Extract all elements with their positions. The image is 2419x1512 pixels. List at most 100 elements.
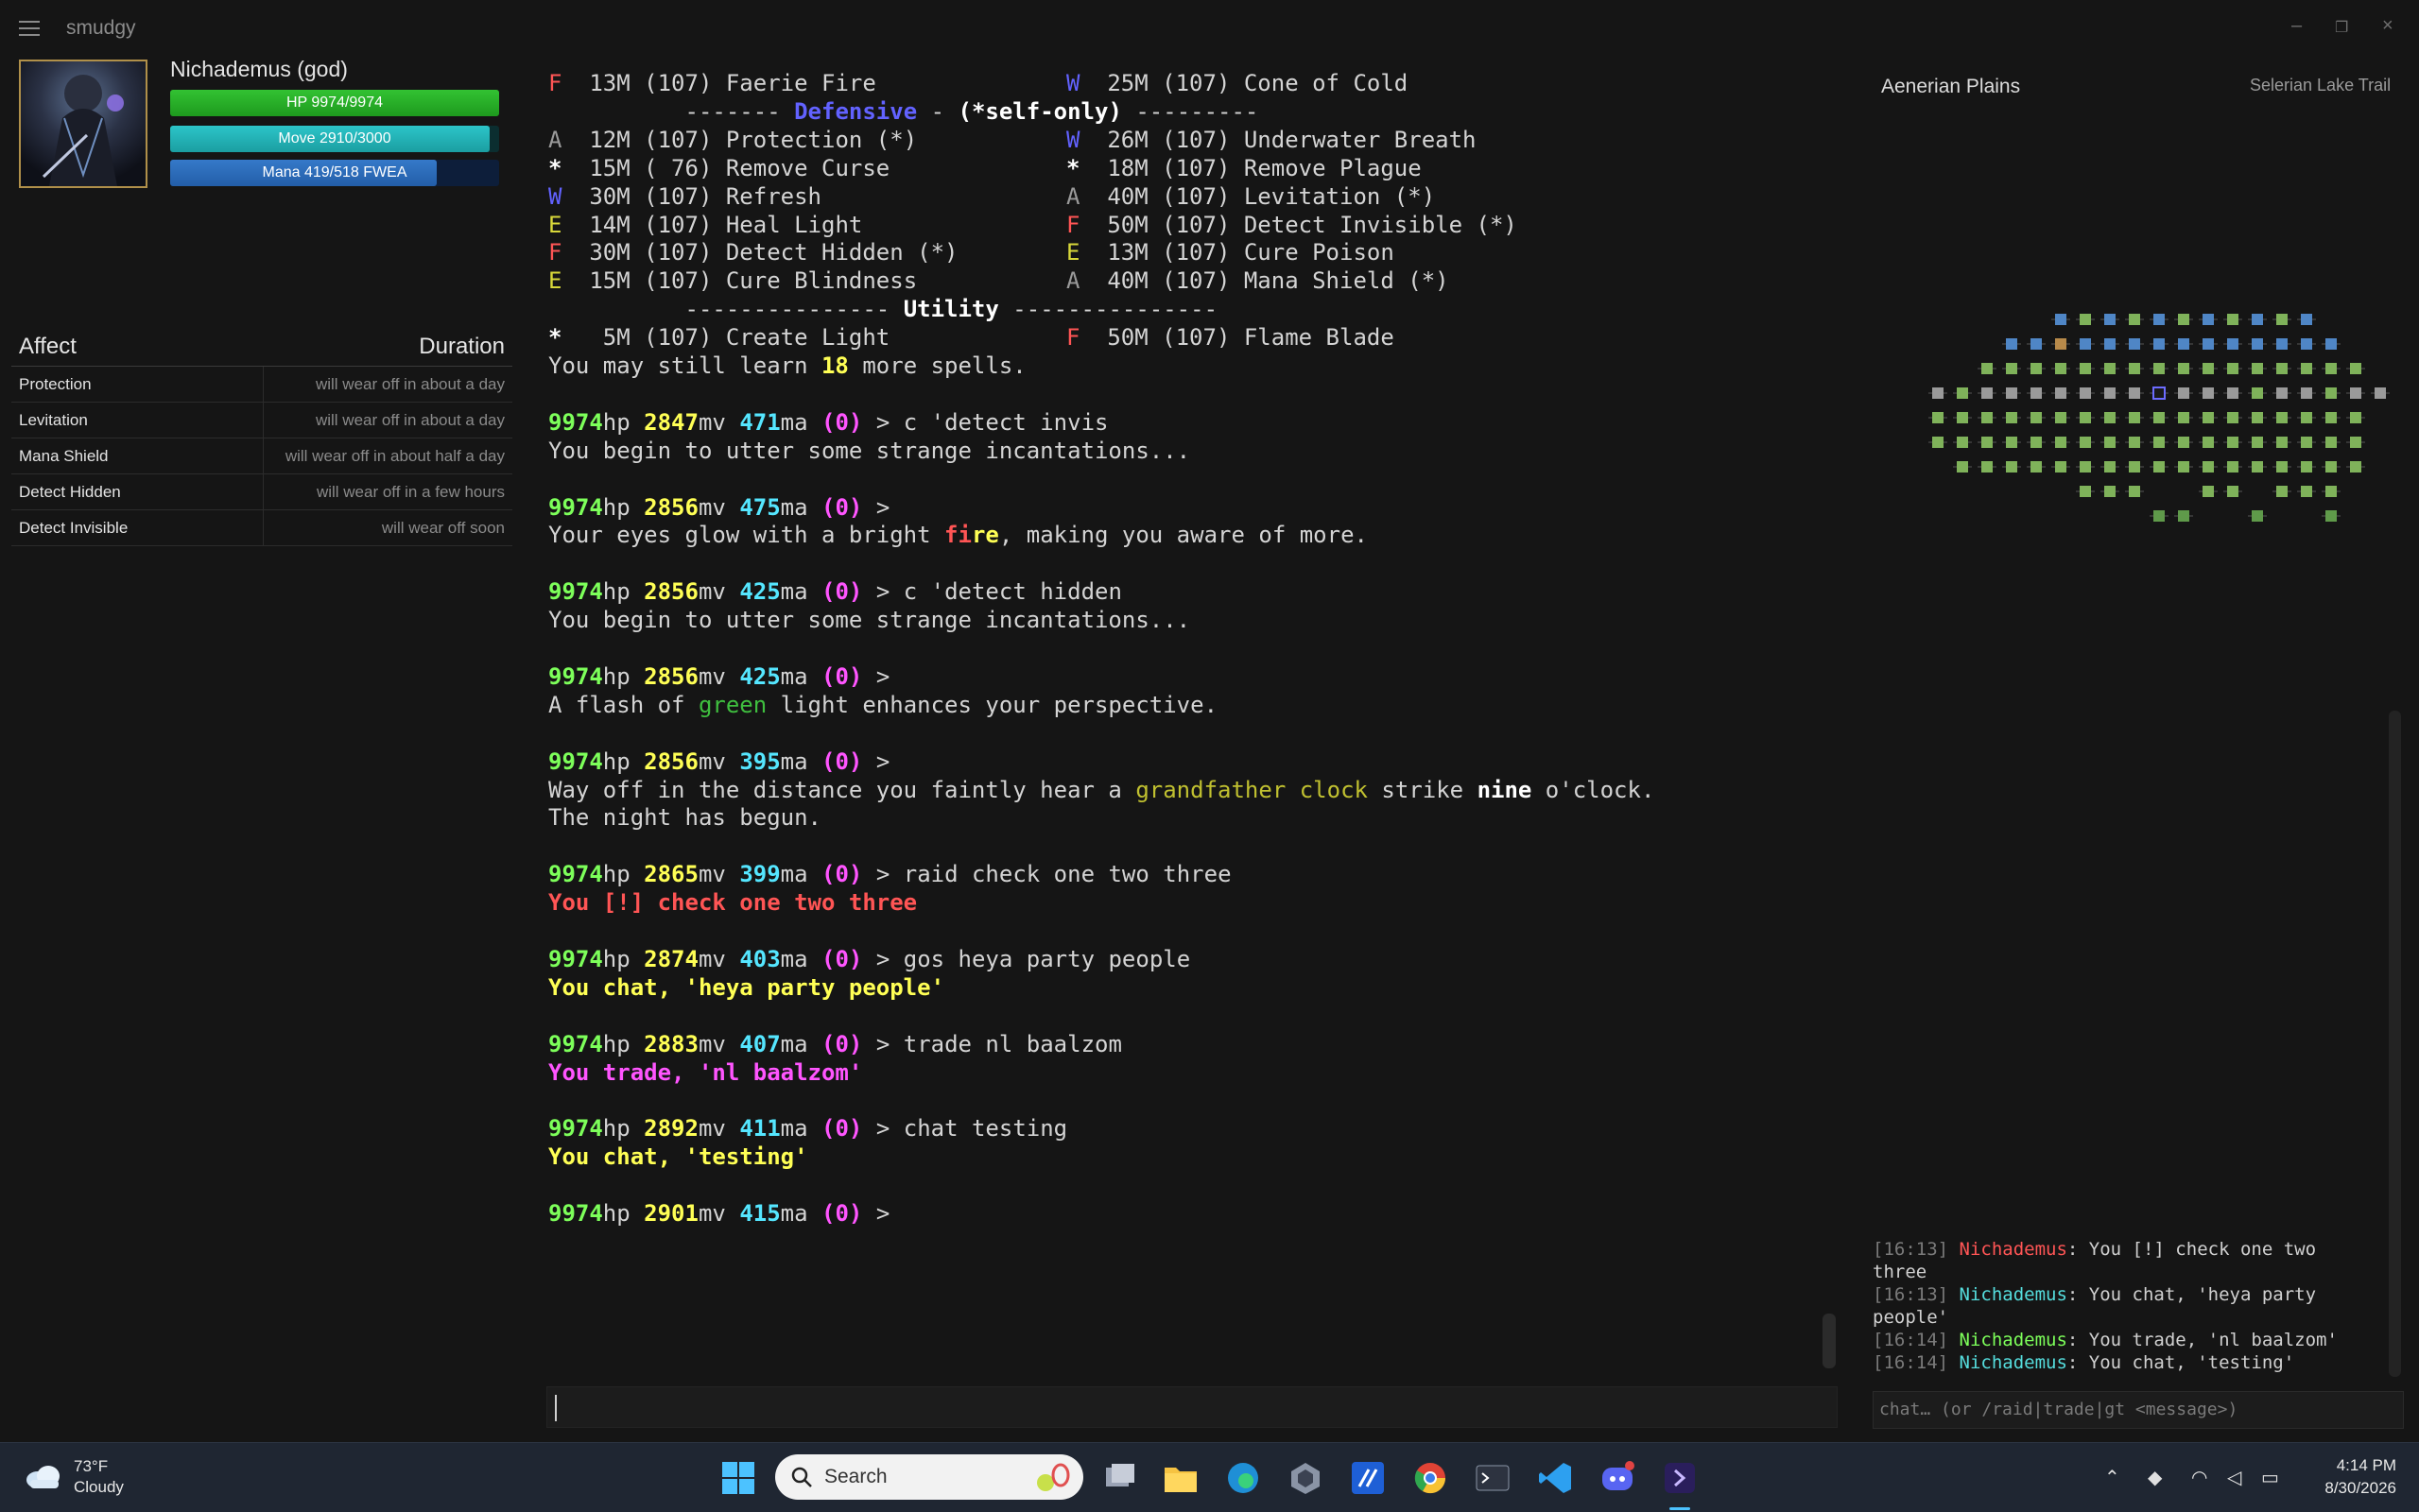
map-room[interactable] <box>2030 437 2042 448</box>
map-room[interactable] <box>2006 363 2017 374</box>
battery-icon[interactable]: ▭ <box>2261 1466 2279 1489</box>
map-room[interactable] <box>1981 363 1993 374</box>
map-room[interactable] <box>2203 363 2214 374</box>
map-room[interactable] <box>2203 437 2214 448</box>
smudgy-app-icon[interactable] <box>1662 1460 1698 1496</box>
windows-start-icon[interactable] <box>720 1460 756 1496</box>
map-room[interactable] <box>2178 387 2189 399</box>
weather-widget[interactable]: 73°F Cloudy <box>25 1456 124 1498</box>
map-room[interactable] <box>2325 363 2337 374</box>
map-room[interactable] <box>2325 461 2337 472</box>
map-room[interactable] <box>2178 363 2189 374</box>
map-room[interactable] <box>2276 338 2288 350</box>
map-room[interactable] <box>2153 461 2165 472</box>
command-input[interactable] <box>546 1386 1838 1428</box>
map-room[interactable] <box>2178 338 2189 350</box>
map-room[interactable] <box>2030 461 2042 472</box>
map-room[interactable] <box>2325 387 2337 399</box>
map-room[interactable] <box>1957 387 1968 399</box>
map-room[interactable] <box>2203 338 2214 350</box>
map-room[interactable] <box>2350 461 2361 472</box>
map-room[interactable] <box>2301 486 2312 497</box>
map-room[interactable] <box>2203 412 2214 423</box>
map-room[interactable] <box>2153 510 2165 522</box>
map-room[interactable] <box>2030 387 2042 399</box>
map-room[interactable] <box>2080 338 2091 350</box>
map-room[interactable] <box>2252 338 2263 350</box>
map-room[interactable] <box>2006 338 2017 350</box>
map-room[interactable] <box>2325 437 2337 448</box>
map-room[interactable] <box>2080 387 2091 399</box>
map-room[interactable] <box>2080 486 2091 497</box>
terminal-icon[interactable] <box>1475 1460 1511 1496</box>
map-room[interactable] <box>2129 314 2140 325</box>
map-room[interactable] <box>2080 437 2091 448</box>
map-room[interactable] <box>2080 363 2091 374</box>
map-room[interactable] <box>2252 510 2263 522</box>
map-room[interactable] <box>2153 412 2165 423</box>
map-room[interactable] <box>2276 486 2288 497</box>
app-icon[interactable] <box>1287 1460 1323 1496</box>
map-room[interactable] <box>2104 314 2116 325</box>
map-room[interactable] <box>2055 412 2066 423</box>
map-room[interactable] <box>2178 314 2189 325</box>
vscode-icon[interactable] <box>1537 1460 1573 1496</box>
map-room[interactable] <box>1957 412 1968 423</box>
map-room[interactable] <box>2301 363 2312 374</box>
map-room[interactable] <box>2129 387 2140 399</box>
wifi-icon[interactable]: ◠ <box>2191 1466 2207 1489</box>
map-room[interactable] <box>2203 461 2214 472</box>
map-room[interactable] <box>2252 314 2263 325</box>
map-room[interactable] <box>2301 314 2312 325</box>
map-room[interactable] <box>2055 461 2066 472</box>
map-room[interactable] <box>2325 510 2337 522</box>
terminal-scrollbar[interactable] <box>1823 1314 1836 1368</box>
map-room[interactable] <box>2227 412 2238 423</box>
map-room[interactable] <box>2030 412 2042 423</box>
volume-icon[interactable]: ◁ <box>2227 1466 2241 1489</box>
map-room[interactable] <box>1957 437 1968 448</box>
map-room[interactable] <box>2301 461 2312 472</box>
map-room[interactable] <box>2153 338 2165 350</box>
map-room[interactable] <box>2178 412 2189 423</box>
map-room[interactable] <box>2325 412 2337 423</box>
map-room[interactable] <box>1932 387 1944 399</box>
map-room[interactable] <box>2301 338 2312 350</box>
map-room[interactable] <box>2129 486 2140 497</box>
visual-studio-app-icon[interactable] <box>1350 1460 1386 1496</box>
map-room[interactable] <box>2055 437 2066 448</box>
task-view-icon[interactable] <box>1102 1460 1138 1496</box>
map-room[interactable] <box>2104 461 2116 472</box>
taskbar-search[interactable]: Search <box>775 1454 1083 1500</box>
map-room[interactable] <box>2006 437 2017 448</box>
close-icon[interactable]: × <box>2382 15 2393 37</box>
map-room[interactable] <box>2153 363 2165 374</box>
map-room[interactable] <box>2227 338 2238 350</box>
map-room[interactable] <box>2178 510 2189 522</box>
map-room[interactable] <box>2030 338 2042 350</box>
map-room[interactable] <box>1957 461 1968 472</box>
map-room[interactable] <box>1981 387 1993 399</box>
map-room[interactable] <box>2129 461 2140 472</box>
map-room[interactable] <box>2276 461 2288 472</box>
edge-icon[interactable] <box>1225 1460 1261 1496</box>
map-room[interactable] <box>2276 363 2288 374</box>
map-room[interactable] <box>2080 461 2091 472</box>
affect-column-header[interactable]: Affect <box>11 326 264 367</box>
map-room[interactable] <box>2227 461 2238 472</box>
map-room[interactable] <box>2006 387 2017 399</box>
chat-input[interactable]: chat… (or /raid|trade|gt <message>) <box>1873 1391 2404 1429</box>
map-room[interactable] <box>2104 437 2116 448</box>
map-room[interactable] <box>2104 412 2116 423</box>
restore-icon[interactable]: ❐ <box>2335 18 2348 37</box>
map-room[interactable] <box>2227 363 2238 374</box>
map-room[interactable] <box>2301 387 2312 399</box>
file-explorer-icon[interactable] <box>1163 1460 1199 1496</box>
map-room[interactable] <box>2276 387 2288 399</box>
map-room[interactable] <box>2375 387 2386 399</box>
map-room[interactable] <box>1981 461 1993 472</box>
map-room[interactable] <box>2152 387 2166 400</box>
map-room[interactable] <box>2104 486 2116 497</box>
map-room[interactable] <box>2129 338 2140 350</box>
minimize-icon[interactable]: – <box>2291 15 2302 37</box>
